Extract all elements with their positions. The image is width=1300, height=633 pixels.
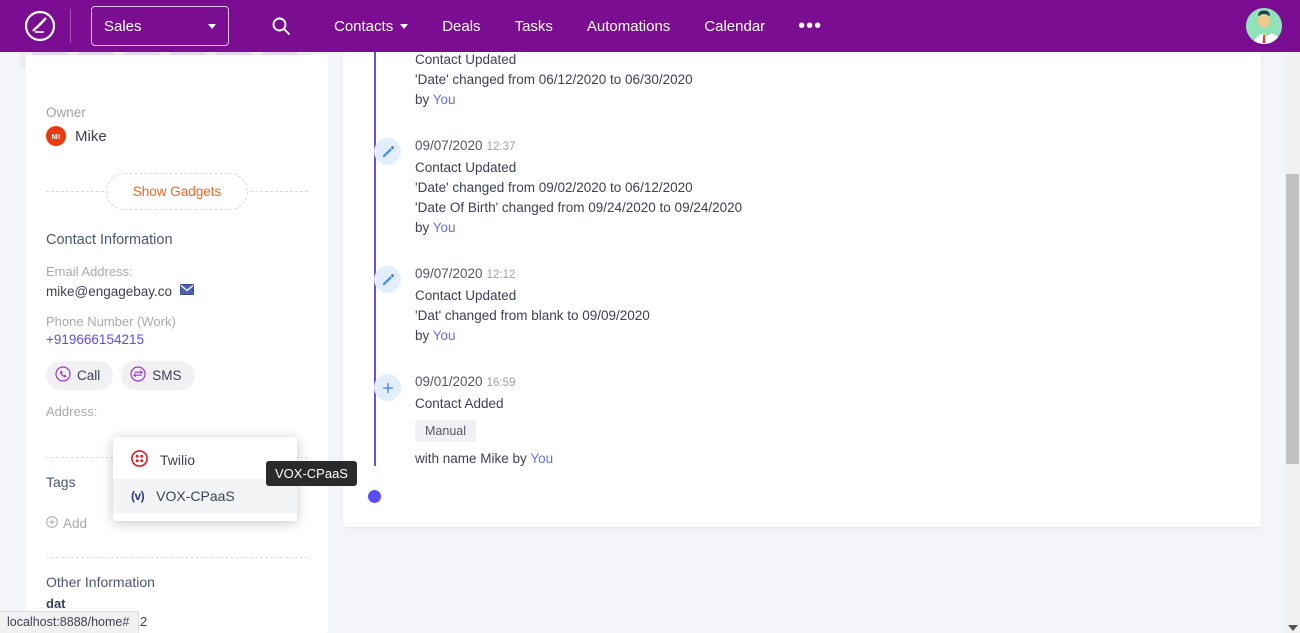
timeline-entry-date: 09/07/2020 [415, 266, 483, 281]
timeline-entry-date: 09/07/2020 [415, 138, 483, 153]
call-button[interactable]: Call [46, 361, 114, 390]
sms-button[interactable]: SMS [121, 361, 195, 390]
browser-status-bar: localhost:8888/home# [0, 611, 140, 633]
timeline-entry-title: Contact Updated [415, 52, 517, 67]
phone-number-label: Phone Number (Work) [46, 314, 176, 329]
chevron-down-icon [208, 23, 216, 29]
plus-circle-icon [46, 516, 58, 531]
search-icon[interactable] [271, 16, 291, 36]
other-information-title: Other Information [46, 574, 155, 590]
show-gadgets-button[interactable]: Show Gadgets [105, 172, 249, 210]
owner-row[interactable]: MI Mike [46, 126, 308, 146]
other-information-key: dat [46, 596, 66, 611]
timeline-end-dot [368, 490, 381, 503]
timeline-entry-time: 12:37 [486, 141, 516, 153]
timeline-entry[interactable]: Contact Updated 'Date' changed from 06/1… [361, 52, 1261, 107]
timeline-entry-title: Contact Added [415, 396, 504, 411]
timeline-entry-author: with name Mike by You [415, 451, 1261, 466]
top-navigation-bar: Sales Contacts Deals Tasks Automations C… [0, 0, 1300, 52]
activity-timeline: Contact Updated 'Date' changed from 06/1… [343, 52, 1261, 503]
nav-divider [70, 9, 71, 43]
owner-avatar: MI [46, 126, 66, 146]
timeline-entry-title: Contact Updated [415, 160, 517, 175]
call-label: Call [77, 368, 101, 383]
timeline-entry-badge: Manual [415, 420, 476, 442]
page-scrollbar-track[interactable] [1285, 52, 1300, 633]
nav-item-automations[interactable]: Automations [570, 18, 687, 35]
email-address-label: Email Address: [46, 264, 133, 279]
nav-item-label: Tasks [514, 17, 553, 35]
email-address-row: mike@engagebay.co [46, 282, 308, 300]
nav-item-label: Automations [586, 17, 671, 35]
timeline-entry[interactable]: 09/07/2020 12:12 Contact Updated 'Dat' ch… [361, 265, 1261, 343]
timeline-author-link[interactable]: You [433, 92, 456, 107]
nav-item-label: Calendar [704, 17, 766, 35]
timeline-entry-change: 'Date Of Birth' changed from 09/24/2020 … [415, 200, 743, 215]
timeline-entry-date: 09/01/2020 [415, 374, 483, 389]
timeline-author-link[interactable]: You [433, 220, 456, 235]
timeline-entry-change: 'Dat' changed from blank to 09/09/2020 [415, 308, 650, 323]
plus-icon [374, 374, 401, 401]
section-divider [46, 557, 308, 558]
nav-item-deals[interactable]: Deals [425, 18, 497, 35]
contact-information-title: Contact Information [46, 232, 173, 248]
page-body: Owner MI Mike Show Gadgets Contact Infor… [0, 52, 1300, 633]
email-address-value: mike@engagebay.co [46, 283, 173, 299]
timeline-entry-time: 16:59 [486, 377, 516, 389]
timeline-author-prefix: by [415, 220, 433, 235]
timeline-author-prefix: by [415, 328, 433, 343]
add-tag-label: Add [63, 516, 88, 531]
phone-circle-icon [55, 366, 71, 385]
provider-tooltip: VOX-CPaaS [266, 461, 357, 486]
timeline-entry-timestamp: 09/07/2020 12:12 [415, 265, 1261, 283]
vox-logo-icon: (v) [131, 489, 145, 503]
timeline-entry-author: by You [415, 328, 1261, 343]
nav-item-label: Contacts [334, 17, 394, 35]
activity-timeline-card: Contact Updated 'Date' changed from 06/1… [343, 52, 1261, 527]
timeline-entry[interactable]: 09/07/2020 12:37 Contact Updated 'Date' c… [361, 137, 1261, 235]
pencil-icon [374, 266, 401, 293]
timeline-entry-timestamp: 09/07/2020 12:37 [415, 137, 1261, 155]
nav-item-label: Deals [442, 17, 481, 35]
provider-option-label: VOX-CPaaS [156, 488, 235, 504]
nav-links: Contacts Deals Tasks Automations Calenda… [317, 16, 838, 36]
timeline-entry-author: by You [415, 220, 1261, 235]
workspace-selector[interactable]: Sales [91, 6, 229, 46]
timeline-author-prefix: by [415, 92, 433, 107]
timeline-entry-title: Contact Updated [415, 288, 517, 303]
timeline-author-link[interactable]: You [433, 328, 456, 343]
owner-name: Mike [75, 127, 107, 145]
timeline-entry-time: 12:12 [486, 269, 516, 281]
nav-overflow-menu-icon[interactable]: ••• [782, 16, 838, 36]
user-avatar[interactable] [1246, 8, 1282, 44]
scroll-down-arrow-icon[interactable] [1288, 625, 1298, 631]
timeline-entry-author: by You [415, 92, 1261, 107]
timeline-entry-change: 'Date' changed from 09/02/2020 to 06/12/… [415, 180, 693, 195]
contact-action-chips: Call SMS [46, 361, 308, 390]
timeline-entry[interactable]: 09/01/2020 16:59 Contact Added Manual wit… [361, 373, 1261, 466]
nav-item-calendar[interactable]: Calendar [687, 18, 782, 35]
show-gadgets-row: Show Gadgets [46, 168, 308, 214]
contact-detail-panel: Owner MI Mike Show Gadgets Contact Infor… [26, 55, 328, 633]
owner-label: Owner [46, 105, 86, 120]
timeline-entry-timestamp: 09/01/2020 16:59 [415, 373, 1261, 391]
twilio-logo-icon [131, 450, 148, 470]
owner-section: Owner MI Mike [46, 55, 308, 146]
timeline-author-prefix: with name Mike by [415, 451, 531, 466]
sms-label: SMS [152, 368, 182, 383]
phone-number-value[interactable]: +919666154215 [46, 332, 308, 347]
provider-option-label: Twilio [160, 452, 196, 468]
nav-item-tasks[interactable]: Tasks [498, 18, 570, 35]
engagebay-logo-icon[interactable] [12, 10, 68, 42]
address-label: Address: [46, 404, 98, 419]
nav-item-contacts[interactable]: Contacts [317, 18, 425, 35]
chevron-down-icon [400, 23, 409, 29]
sms-circle-icon [130, 366, 146, 385]
workspace-label: Sales [104, 17, 142, 35]
timeline-entry-change: 'Date' changed from 06/12/2020 to 06/30/… [415, 72, 693, 87]
page-scrollbar-thumb[interactable] [1286, 174, 1299, 464]
timeline-author-link[interactable]: You [530, 451, 553, 466]
pencil-icon [374, 138, 401, 165]
envelope-icon[interactable] [180, 282, 195, 300]
